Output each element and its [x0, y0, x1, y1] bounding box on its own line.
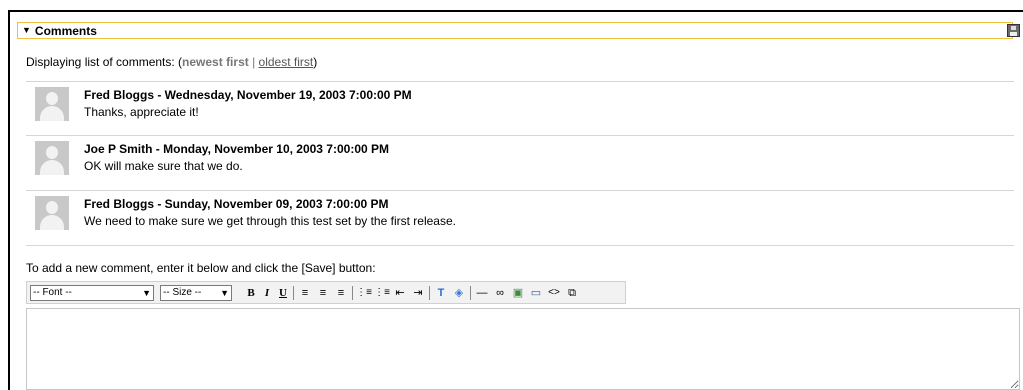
- toolbar-separator: [293, 286, 294, 300]
- avatar: [35, 87, 69, 121]
- comment-meta: Fred Bloggs - Wednesday, November 19, 20…: [84, 88, 412, 102]
- add-comment-instructions: To add a new comment, enter it below and…: [26, 261, 376, 275]
- comment-item: Joe P Smith - Monday, November 10, 2003 …: [35, 141, 995, 181]
- font-select-value: -- Font --: [33, 287, 72, 298]
- divider: [26, 190, 1014, 191]
- highlight-color-button[interactable]: ◈: [451, 285, 467, 301]
- panel-title: Comments: [34, 23, 97, 38]
- comment-item: Fred Bloggs - Wednesday, November 19, 20…: [35, 87, 995, 127]
- align-left-button[interactable]: ≡: [297, 285, 313, 301]
- align-center-button[interactable]: ≡: [315, 285, 331, 301]
- indent-button[interactable]: ⇥: [410, 285, 426, 301]
- horizontal-rule-button[interactable]: —: [474, 285, 490, 301]
- link-button[interactable]: ∞: [492, 285, 508, 301]
- comment-item: Fred Bloggs - Sunday, November 09, 2003 …: [35, 196, 995, 236]
- avatar: [35, 196, 69, 230]
- toolbar-separator: [470, 286, 471, 300]
- insert-image-button[interactable]: ▣: [510, 285, 526, 301]
- comments-list-header: Displaying list of comments: (newest fir…: [26, 55, 317, 69]
- italic-button[interactable]: I: [260, 285, 274, 301]
- comment-meta: Joe P Smith - Monday, November 10, 2003 …: [84, 142, 390, 156]
- divider: [26, 245, 1014, 246]
- editor-toolbar: -- Font -- ▼ -- Size -- ▼ B I U ≡ ≡ ≡ ⋮≡…: [26, 281, 626, 304]
- sort-separator: |: [248, 55, 259, 69]
- comments-panel-header[interactable]: ▼ Comments: [17, 22, 1013, 39]
- text-color-button[interactable]: T: [433, 285, 449, 301]
- align-right-button[interactable]: ≡: [333, 285, 349, 301]
- size-select[interactable]: -- Size -- ▼: [160, 285, 232, 301]
- toolbar-separator: [429, 286, 430, 300]
- chevron-down-icon: ▼: [142, 288, 151, 298]
- source-code-button[interactable]: <>: [546, 285, 562, 301]
- divider: [26, 135, 1014, 136]
- oldest-first-link[interactable]: oldest first: [259, 55, 314, 69]
- fullscreen-button[interactable]: ⧉: [564, 285, 580, 301]
- font-select[interactable]: -- Font -- ▼: [30, 285, 154, 301]
- divider: [26, 81, 1014, 82]
- comment-meta: Fred Bloggs - Sunday, November 09, 2003 …: [84, 197, 389, 211]
- comment-text: OK will make sure that we do.: [84, 159, 243, 173]
- newest-first-link[interactable]: newest first: [182, 55, 249, 69]
- bold-button[interactable]: B: [244, 285, 258, 301]
- unordered-list-button[interactable]: ⋮≡: [374, 285, 390, 301]
- displaying-label: Displaying list of comments: (: [26, 55, 183, 69]
- outdent-button[interactable]: ⇤: [392, 285, 408, 301]
- insert-table-button[interactable]: ▭: [528, 285, 544, 301]
- comment-editor[interactable]: [26, 308, 1020, 390]
- chevron-down-icon: ▼: [220, 288, 229, 298]
- triangle-down-icon[interactable]: ▼: [22, 26, 31, 35]
- underline-button[interactable]: U: [276, 285, 290, 301]
- floppy-disk-icon[interactable]: [1007, 24, 1020, 37]
- ordered-list-button[interactable]: ⋮≡: [356, 285, 372, 301]
- comment-text: Thanks, appreciate it!: [84, 105, 199, 119]
- comment-text: We need to make sure we get through this…: [84, 214, 456, 228]
- toolbar-separator: [352, 286, 353, 300]
- avatar: [35, 141, 69, 175]
- displaying-suffix: ): [313, 55, 318, 69]
- size-select-value: -- Size --: [163, 287, 202, 298]
